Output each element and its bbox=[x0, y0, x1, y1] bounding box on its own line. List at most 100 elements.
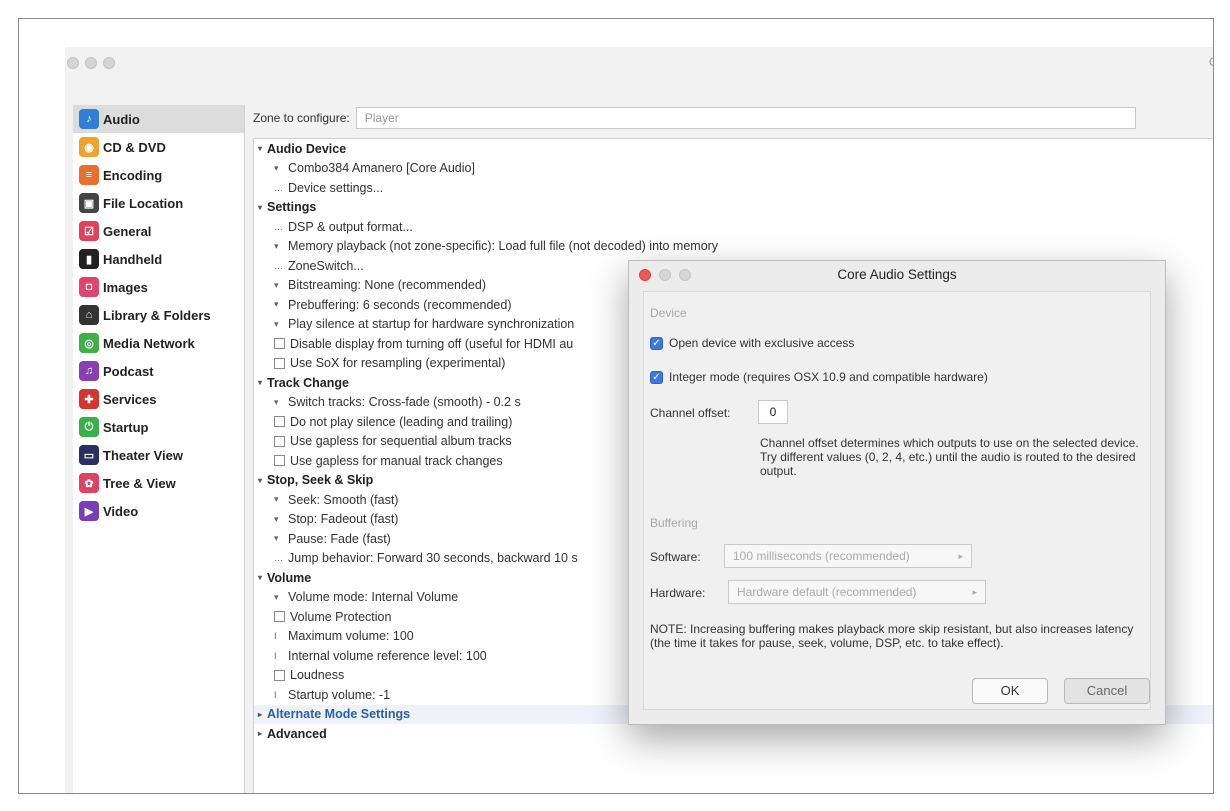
sidebar-item-label: CD & DVD bbox=[103, 139, 166, 155]
sidebar-item-label: Video bbox=[103, 503, 139, 519]
dropdown-icon: ▾ bbox=[274, 162, 279, 173]
buffering-note: NOTE: Increasing buffering makes playbac… bbox=[650, 622, 1134, 650]
sidebar-item-audio[interactable]: ♪ Audio bbox=[73, 105, 244, 133]
expand-right-icon[interactable]: ▸ bbox=[258, 729, 267, 738]
tree-row-label: Maximum volume: 100 bbox=[288, 629, 414, 644]
exclusive-access-checkbox[interactable]: ✓ bbox=[650, 336, 663, 350]
ok-button[interactable]: OK bbox=[972, 678, 1048, 704]
tree-section-header[interactable]: ▾ Settings bbox=[254, 198, 1213, 218]
tree-row-label: Volume mode: Internal Volume bbox=[288, 590, 459, 605]
software-select-arrow-icon: ▸ bbox=[958, 551, 963, 561]
software-label: Software: bbox=[650, 550, 701, 564]
hardware-select-arrow-icon: ▸ bbox=[972, 587, 977, 597]
sidebar-item-media-network[interactable]: ◎ Media Network bbox=[73, 329, 244, 357]
sidebar-item-encoding[interactable]: ≡ Encoding bbox=[73, 161, 244, 189]
tree-row-label: Volume Protection bbox=[290, 609, 392, 624]
sidebar-item-images[interactable]: ◘ Images bbox=[73, 273, 244, 301]
exclusive-access-option[interactable]: ✓ Open device with exclusive access bbox=[650, 336, 854, 350]
tree-section-header[interactable]: ▾ Audio Device bbox=[254, 139, 1213, 159]
window-titlebar: Op bbox=[65, 47, 1213, 77]
integer-mode-label: Integer mode (requires OSX 10.9 and comp… bbox=[669, 370, 988, 384]
channel-offset-input[interactable]: 0 bbox=[758, 400, 788, 424]
expand-down-icon[interactable]: ▾ bbox=[258, 573, 267, 582]
dropdown-icon: ▾ bbox=[274, 396, 279, 407]
music-note-icon: ♪ bbox=[79, 109, 99, 129]
tree-setting-row[interactable]: ▾ Combo384 Amanero [Core Audio] bbox=[254, 159, 1213, 179]
tree-checkbox[interactable] bbox=[274, 455, 285, 467]
window-title: Op bbox=[1209, 55, 1213, 69]
expand-right-icon[interactable]: ▸ bbox=[258, 710, 267, 719]
sidebar-item-podcast[interactable]: ♫ Podcast bbox=[73, 357, 244, 385]
zoom-window-button[interactable] bbox=[103, 57, 115, 69]
device-section-header: Device bbox=[650, 306, 687, 320]
channel-offset-help: Channel offset determines which outputs … bbox=[760, 436, 1139, 478]
sidebar-item-video[interactable]: ▶ Video bbox=[73, 497, 244, 525]
images-icon: ◘ bbox=[79, 277, 99, 297]
tree-checkbox[interactable] bbox=[274, 416, 285, 428]
sidebar-item-label: Media Network bbox=[103, 335, 195, 351]
integer-mode-option[interactable]: ✓ Integer mode (requires OSX 10.9 and co… bbox=[650, 370, 988, 384]
tree-setting-row[interactable]: … Device settings... bbox=[254, 178, 1213, 198]
tree-row-label: Play silence at startup for hardware syn… bbox=[288, 317, 575, 332]
dropdown-icon: ▾ bbox=[274, 513, 279, 524]
zone-dropdown[interactable]: Player bbox=[355, 107, 1136, 129]
tree-row-label: Loudness bbox=[290, 668, 345, 683]
tree-row-label: Advanced bbox=[267, 726, 327, 741]
general-icon: ☑ bbox=[79, 221, 99, 241]
tree-checkbox[interactable] bbox=[274, 611, 285, 623]
sidebar-item-cd-dvd[interactable]: ◉ CD & DVD bbox=[73, 133, 244, 161]
slider-icon: I bbox=[274, 650, 277, 661]
sidebar-item-tree-view[interactable]: ✿ Tree & View bbox=[73, 469, 244, 497]
tree-setting-row[interactable]: … DSP & output format... bbox=[254, 217, 1213, 237]
minimize-window-button[interactable] bbox=[85, 57, 97, 69]
hardware-buffer-select[interactable]: Hardware default (recommended) ▸ bbox=[728, 580, 986, 604]
tree-row-label: Bitstreaming: None (recommended) bbox=[288, 278, 486, 293]
tree-row-label: Track Change bbox=[267, 375, 349, 390]
tree-section-header[interactable]: ▸ Advanced bbox=[254, 724, 1213, 744]
tree-view-icon: ✿ bbox=[79, 473, 99, 493]
tree-setting-row[interactable]: ▾ Memory playback (not zone-specific): Lo… bbox=[254, 237, 1213, 257]
ellipsis-icon: … bbox=[274, 182, 283, 193]
theater-view-icon: ▭ bbox=[79, 445, 99, 465]
expand-down-icon[interactable]: ▾ bbox=[258, 378, 267, 387]
tree-row-label: Internal volume reference level: 100 bbox=[288, 648, 487, 663]
tree-checkbox[interactable] bbox=[274, 669, 285, 681]
tree-row-label: Do not play silence (leading and trailin… bbox=[290, 414, 513, 429]
sidebar-item-label: Encoding bbox=[103, 167, 163, 183]
tree-row-label: Switch tracks: Cross-fade (smooth) - 0.2… bbox=[288, 395, 521, 410]
tree-row-label: Audio Device bbox=[267, 141, 347, 156]
handheld-icon: ▮ bbox=[79, 249, 99, 269]
tree-checkbox[interactable] bbox=[274, 435, 285, 447]
sidebar-item-theater-view[interactable]: ▭ Theater View bbox=[73, 441, 244, 469]
sidebar-item-label: Theater View bbox=[103, 447, 183, 463]
integer-mode-checkbox[interactable]: ✓ bbox=[650, 370, 663, 384]
tree-row-label: Jump behavior: Forward 30 seconds, backw… bbox=[288, 551, 578, 566]
tree-row-label: Use gapless for sequential album tracks bbox=[290, 434, 512, 449]
sidebar-item-library-folders[interactable]: ⌂ Library & Folders bbox=[73, 301, 244, 329]
tree-row-label: DSP & output format... bbox=[288, 219, 413, 234]
options-sidebar: ♪ Audio ◉ CD & DVD ≡ Encoding ▣ File Location ☑ G… bbox=[73, 105, 245, 793]
sidebar-item-services[interactable]: ✚ Services bbox=[73, 385, 244, 413]
close-window-button[interactable] bbox=[67, 57, 79, 69]
sidebar-item-general[interactable]: ☑ General bbox=[73, 217, 244, 245]
startup-icon: ⏻ bbox=[79, 417, 99, 437]
tree-row-label: Memory playback (not zone-specific): Loa… bbox=[288, 239, 719, 254]
dropdown-icon: ▾ bbox=[274, 240, 279, 251]
exclusive-access-label: Open device with exclusive access bbox=[669, 336, 855, 350]
expand-down-icon[interactable]: ▾ bbox=[258, 144, 267, 153]
tree-checkbox[interactable] bbox=[274, 357, 285, 369]
cancel-button[interactable]: Cancel bbox=[1064, 678, 1150, 704]
tree-row-label: Settings bbox=[267, 200, 317, 215]
tree-row-label: Prebuffering: 6 seconds (recommended) bbox=[288, 297, 512, 312]
expand-down-icon[interactable]: ▾ bbox=[258, 476, 267, 485]
sidebar-item-file-location[interactable]: ▣ File Location bbox=[73, 189, 244, 217]
sidebar-item-startup[interactable]: ⏻ Startup bbox=[73, 413, 244, 441]
tree-checkbox[interactable] bbox=[274, 338, 285, 350]
sidebar-item-label: Library & Folders bbox=[103, 307, 211, 323]
software-buffer-select[interactable]: 100 milliseconds (recommended) ▸ bbox=[724, 544, 972, 568]
expand-down-icon[interactable]: ▾ bbox=[258, 203, 267, 212]
sidebar-item-label: Images bbox=[103, 279, 148, 295]
disc-icon: ◉ bbox=[79, 137, 99, 157]
sidebar-item-handheld[interactable]: ▮ Handheld bbox=[73, 245, 244, 273]
tree-row-label: Device settings... bbox=[288, 180, 384, 195]
